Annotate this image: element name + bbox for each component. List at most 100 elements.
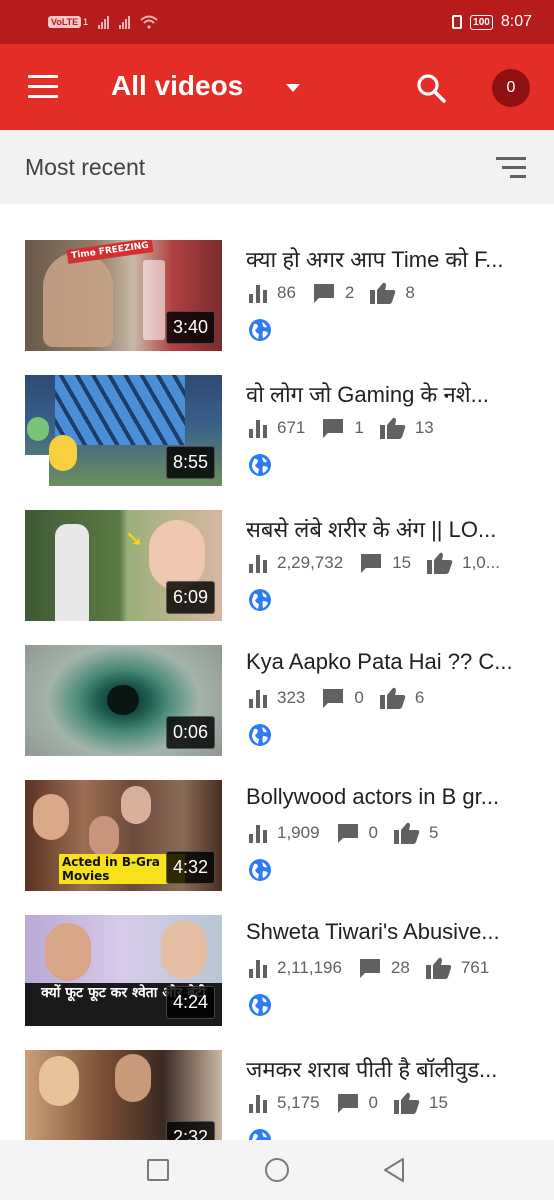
views-stat: 323	[248, 688, 305, 708]
thumb-face-1	[39, 1056, 79, 1106]
menu-icon[interactable]	[28, 75, 58, 99]
views-icon	[249, 555, 267, 573]
video-row[interactable]: 2:32 जमकर शराब पीती है बॉलीवुड... 5,175 …	[0, 1014, 554, 1140]
search-icon[interactable]	[415, 72, 447, 104]
thumbs-up-icon	[379, 417, 406, 439]
likes-stat: 761	[425, 957, 490, 979]
comments-stat: 28	[358, 957, 410, 979]
video-thumbnail[interactable]: 2:32	[25, 1050, 222, 1140]
status-right: 100 8:07	[452, 13, 532, 31]
comments-stat: 0	[336, 822, 378, 844]
likes-stat: 6	[379, 687, 425, 709]
views-count: 323	[277, 688, 306, 707]
views-stat: 86	[248, 283, 296, 303]
volte-indicator: VoLTE	[48, 16, 82, 28]
video-row[interactable]: 8:55 वो लोग जो Gaming के नशे... 671 1 13	[0, 339, 554, 486]
thumbs-up-icon	[427, 552, 453, 574]
video-thumbnail[interactable]: Time FREEZING 3:40	[25, 240, 222, 351]
video-row[interactable]: 0:06 Kya Aapko Pata Hai ?? C... 323 0 6	[0, 609, 554, 756]
likes-stat: 8	[370, 282, 415, 304]
wifi-icon	[140, 15, 158, 29]
count-badge[interactable]: 0	[492, 69, 530, 107]
status-left: VoLTE 1	[48, 15, 158, 29]
likes-stat: 5	[394, 822, 438, 844]
thumbs-up-icon	[370, 282, 396, 304]
thumb-character	[49, 435, 77, 471]
video-row[interactable]: Acted in B-Gra Movies 4:32 Bollywood act…	[0, 744, 554, 891]
thumb-glass	[143, 260, 165, 340]
comment-icon	[323, 419, 344, 438]
video-title[interactable]: Bollywood actors in B gr...	[246, 784, 530, 810]
video-row[interactable]: ➘ 6:09 सबसे लंबे शरीर के अंग || LO... 2,…	[0, 474, 554, 621]
back-icon[interactable]	[382, 1157, 406, 1183]
sort-bar: Most recent	[0, 130, 554, 204]
comments-count: 0	[354, 688, 364, 707]
recents-icon[interactable]	[146, 1157, 170, 1183]
home-icon[interactable]	[263, 1157, 291, 1183]
thumb-face-2	[89, 816, 119, 856]
thumb-figure	[43, 252, 113, 347]
system-nav-bar	[0, 1140, 554, 1200]
video-row[interactable]: Time FREEZING 3:40 क्या हो अगर आप Time क…	[0, 204, 554, 351]
video-stats: 1,909 0 5	[248, 822, 454, 844]
app-title[interactable]: All videos	[111, 70, 243, 102]
comments-stat: 2	[312, 282, 354, 304]
views-count: 86	[277, 283, 296, 302]
likes-count: 8	[405, 283, 415, 302]
thumbs-up-icon	[394, 1092, 420, 1114]
app-bar: All videos 0	[0, 44, 554, 130]
likes-count: 761	[460, 958, 490, 977]
views-icon	[249, 420, 267, 438]
dropdown-arrow-icon[interactable]	[286, 84, 300, 92]
video-stats: 86 2 8	[248, 282, 431, 304]
status-bar: VoLTE 1 100 8:07	[0, 0, 554, 44]
video-title[interactable]: Kya Aapko Pata Hai ?? C...	[246, 649, 530, 675]
signal-icon	[98, 15, 110, 29]
video-list: Time FREEZING 3:40 क्या हो अगर आप Time क…	[0, 204, 554, 1140]
views-stat: 2,29,732	[248, 553, 343, 573]
comments-stat: 15	[359, 552, 411, 574]
views-icon	[249, 285, 267, 303]
video-title[interactable]: क्या हो अगर आप Time को F...	[246, 244, 530, 274]
likes-count: 13	[414, 418, 434, 437]
comments-count: 0	[368, 1093, 379, 1112]
thumbs-up-icon	[379, 687, 406, 709]
views-count: 2,11,196	[277, 958, 342, 977]
video-title[interactable]: सबसे लंबे शरीर के अंग || LO...	[246, 514, 530, 544]
video-title[interactable]: वो लोग जो Gaming के नशे...	[246, 379, 530, 409]
thumb-person	[55, 524, 89, 621]
thumb-face-2	[115, 1054, 151, 1102]
video-title[interactable]: Shweta Tiwari's Abusive...	[246, 919, 530, 945]
thumb-face-1	[45, 923, 91, 981]
thumb-face-1	[33, 794, 69, 840]
video-thumbnail[interactable]: 0:06	[25, 645, 222, 756]
video-thumbnail[interactable]: Acted in B-Gra Movies 4:32	[25, 780, 222, 891]
video-stats: 2,29,732 15 1,0...	[248, 552, 516, 574]
thumbs-up-icon	[394, 822, 420, 844]
sort-icon[interactable]	[496, 157, 526, 179]
video-duration: 2:32	[165, 1121, 215, 1140]
likes-count: 6	[414, 688, 425, 707]
comments-stat: 0	[321, 687, 364, 709]
thumbs-up-icon	[425, 957, 452, 979]
comment-icon	[313, 284, 334, 303]
video-thumbnail[interactable]: 8:55	[25, 375, 222, 486]
comment-icon	[337, 1094, 358, 1113]
video-row[interactable]: क्यों फूट फूट कर श्वेता और बेटी 4:24 Shw…	[0, 879, 554, 1026]
likes-count: 15	[429, 1093, 448, 1112]
signal-icon-2	[119, 15, 131, 29]
sort-label: Most recent	[25, 154, 146, 180]
sim-indicator: 1	[83, 17, 89, 27]
views-stat: 5,175	[248, 1093, 320, 1113]
views-count: 1,909	[277, 823, 320, 842]
video-thumbnail[interactable]: ➘ 6:09	[25, 510, 222, 621]
comments-count: 28	[390, 958, 410, 977]
video-stats: 5,175 0 15	[248, 1092, 464, 1114]
video-thumbnail[interactable]: क्यों फूट फूट कर श्वेता और बेटी 4:24	[25, 915, 222, 1026]
comments-count: 2	[344, 283, 355, 302]
clock: 8:07	[500, 13, 532, 30]
video-title[interactable]: जमकर शराब पीती है बॉलीवुड...	[246, 1054, 530, 1084]
comments-count: 0	[368, 823, 379, 842]
views-icon	[249, 960, 267, 978]
vibrate-icon	[452, 15, 463, 29]
